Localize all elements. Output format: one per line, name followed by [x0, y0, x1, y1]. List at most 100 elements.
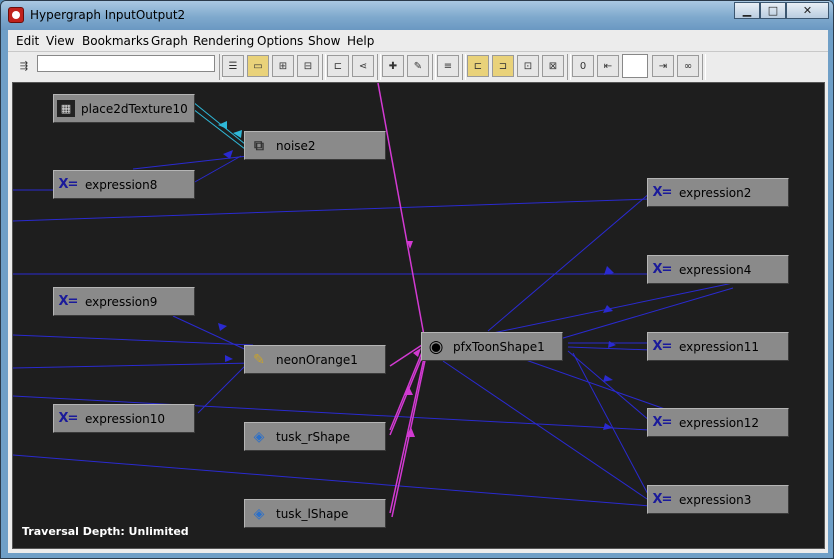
wire[interactable]	[572, 352, 651, 499]
input-output-toggle-button[interactable]: ⇶	[13, 55, 35, 77]
wire[interactable]	[487, 192, 651, 332]
zero-depth-icon: 0	[579, 60, 587, 72]
node-expression3[interactable]: X= expression3	[647, 485, 789, 514]
node-tusk-rshape[interactable]: ◈ tusk_rShape	[244, 422, 386, 451]
node-expression10[interactable]: X= expression10	[53, 404, 195, 433]
minimize-button[interactable]: ▁	[734, 2, 760, 19]
expression-icon: X=	[652, 185, 673, 200]
close-icon: ✕	[802, 4, 813, 17]
node-search-input[interactable]	[37, 55, 215, 72]
wire[interactable]	[132, 155, 249, 170]
title-bar[interactable]: Hypergraph InputOutput2 ▁ □ ✕	[1, 1, 833, 30]
node-label: expression2	[679, 185, 752, 200]
menu-help[interactable]: Help	[347, 34, 374, 48]
remove-selected-button[interactable]: ✎	[407, 55, 429, 77]
node-label: expression12	[679, 415, 759, 430]
frame-all-icon: ⊠	[548, 60, 558, 72]
wire[interactable]	[13, 198, 651, 222]
hierarchy-icon: ☰	[228, 60, 238, 72]
menu-options[interactable]: Options	[257, 34, 303, 48]
bookmark-icon: ⊞	[278, 60, 288, 72]
node-label: neonOrange1	[276, 352, 358, 367]
traversal-depth-status: Traversal Depth: Unlimited	[22, 525, 189, 538]
menu-rendering[interactable]: Rendering	[193, 34, 254, 48]
node-label: tusk_lShape	[276, 506, 349, 521]
minimize-icon: ▁	[742, 4, 752, 17]
node-place2dtexture10[interactable]: ▦ place2dTexture10	[53, 94, 195, 123]
menu-bookmarks[interactable]: Bookmarks	[82, 34, 149, 48]
node-label: expression4	[679, 262, 752, 277]
graph-down-button[interactable]: ⋖	[352, 55, 374, 77]
traversal-depth-field[interactable]	[622, 54, 648, 78]
wire-arrow	[233, 130, 242, 138]
wire[interactable]	[492, 282, 734, 334]
menu-show[interactable]: Show	[308, 34, 340, 48]
connections-icon: ▭	[253, 60, 263, 72]
wire[interactable]	[13, 362, 254, 369]
infinite-depth-button[interactable]: ∞	[677, 55, 699, 77]
wire-arrow	[603, 375, 613, 382]
graph-canvas[interactable]: ▦ place2dTexture10 ⧉ noise2 X= expressio…	[12, 82, 825, 549]
wire[interactable]	[172, 315, 254, 354]
wire-magenta[interactable]	[389, 348, 427, 514]
wire-magenta[interactable]	[377, 83, 426, 342]
nurbs-surface-icon: ◈	[253, 428, 265, 445]
node-expression8[interactable]: X= expression8	[53, 170, 195, 199]
scene-hierarchy-button[interactable]: ☰	[222, 55, 244, 77]
node-label: expression3	[679, 492, 752, 507]
increase-depth-icon: ⇥	[658, 60, 668, 72]
toolbar-separator	[432, 54, 436, 80]
wire-arrow	[218, 121, 227, 129]
bookmark-remove-button[interactable]: ⊟	[297, 55, 319, 77]
node-expression11[interactable]: X= expression11	[647, 332, 789, 361]
horizontal-layout-button[interactable]: ⊏	[467, 55, 489, 77]
wire-place2d-noise[interactable]	[192, 108, 246, 150]
node-neonorange1[interactable]: ✎ neonOrange1	[244, 345, 386, 374]
toolbar-separator	[567, 54, 571, 80]
node-expression2[interactable]: X= expression2	[647, 178, 789, 207]
nurbs-surface-icon: ◈	[253, 505, 265, 522]
toolbar: ⇶ ☰ ▭ ⊞ ⊟ ⊏ ⋖ ✚ ✎ ≡ ⊏ ⊐ ⊡ ⊠ 0 ⇤ ⇥ ∞	[8, 51, 828, 83]
node-noise2[interactable]: ⧉ noise2	[244, 131, 386, 160]
graph-down-icon: ⋖	[358, 60, 368, 72]
wire-arrow	[225, 355, 233, 362]
expression-icon: X=	[58, 411, 79, 426]
node-pfxtoonshape1[interactable]: ◉ pfxToonShape1	[421, 332, 563, 361]
menu-edit[interactable]: Edit	[16, 34, 39, 48]
node-tusk-lshape[interactable]: ◈ tusk_lShape	[244, 499, 386, 528]
node-expression12[interactable]: X= expression12	[647, 408, 789, 437]
expression-icon: X=	[58, 177, 79, 192]
close-button[interactable]: ✕	[786, 2, 829, 19]
decrease-depth-icon: ⇤	[603, 60, 613, 72]
frame-all-button[interactable]: ⊠	[542, 55, 564, 77]
wire-arrow	[608, 341, 616, 348]
maximize-button[interactable]: □	[760, 2, 786, 19]
input-output-connections-button[interactable]: ▭	[247, 55, 269, 77]
zero-depth-button[interactable]: 0	[572, 55, 594, 77]
add-selected-button[interactable]: ✚	[382, 55, 404, 77]
menu-graph[interactable]: Graph	[151, 34, 188, 48]
wire[interactable]	[192, 155, 242, 184]
menu-view[interactable]: View	[46, 34, 74, 48]
menu-bar: Edit View Bookmarks Graph Rendering Opti…	[8, 30, 828, 51]
node-expression4[interactable]: X= expression4	[647, 255, 789, 284]
wire-place2d-noise[interactable]	[192, 101, 246, 145]
wire[interactable]	[567, 350, 651, 422]
clear-graph-button[interactable]: ≡	[437, 55, 459, 77]
increase-depth-button[interactable]: ⇥	[652, 55, 674, 77]
expression-icon: X=	[652, 492, 673, 507]
frame-selection-button[interactable]: ⊡	[517, 55, 539, 77]
vertical-layout-button[interactable]: ⊐	[492, 55, 514, 77]
window-title: Hypergraph InputOutput2	[30, 8, 186, 22]
wire[interactable]	[442, 360, 651, 502]
maximize-icon: □	[767, 4, 779, 17]
client-area: Edit View Bookmarks Graph Rendering Opti…	[8, 30, 828, 553]
decrease-depth-button[interactable]: ⇤	[597, 55, 619, 77]
bookmark-add-button[interactable]: ⊞	[272, 55, 294, 77]
node-label: expression11	[679, 339, 759, 354]
window-controls: ▁ □ ✕	[734, 2, 829, 19]
node-label: tusk_rShape	[276, 429, 351, 444]
graph-up-button[interactable]: ⊏	[327, 55, 349, 77]
node-expression9[interactable]: X= expression9	[53, 287, 195, 316]
place2dtexture-icon: ▦	[57, 100, 75, 117]
